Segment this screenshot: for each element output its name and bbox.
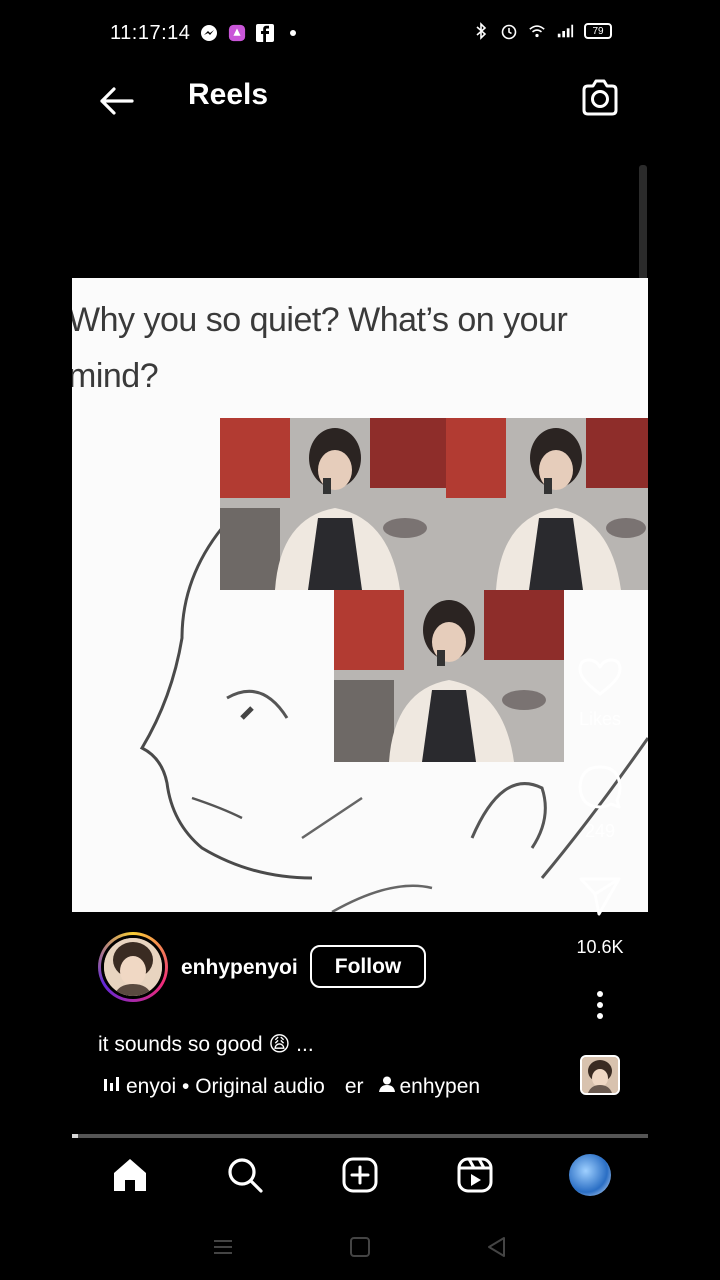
system-navigation-bar [0,1222,720,1272]
alarm-icon [500,22,518,40]
back-button-icon[interactable] [484,1234,510,1260]
like-action[interactable]: Likes [560,656,640,730]
meme-text-line-1: Why you so quiet? What’s on your [72,301,568,339]
video-progress-bar[interactable] [72,1134,648,1138]
audio-bars-icon [102,1075,122,1099]
app-icon [228,24,246,42]
more-options[interactable] [560,990,640,1025]
search-icon[interactable] [223,1153,267,1197]
status-bar: 11:17:14 79 [0,0,720,70]
video-progress-fill [72,1134,78,1138]
reels-icon[interactable] [453,1153,497,1197]
messenger-icon [200,24,218,42]
system-status-icons: 79 [472,22,612,40]
audio-title-scroll: er [344,1075,364,1098]
create-icon[interactable] [338,1153,382,1197]
facebook-icon [256,24,274,42]
page-title: Reels [188,78,269,111]
singer-photo [220,418,446,590]
comment-action[interactable]: 249 [560,764,640,842]
home-button-icon[interactable] [347,1234,373,1260]
wifi-icon [528,22,546,40]
username[interactable]: enhypenyoi [181,956,298,980]
profile-avatar[interactable] [568,1153,612,1197]
comment-icon[interactable] [560,764,640,815]
status-time: 11:17:14 [110,22,191,44]
likes-label: Likes [578,709,622,729]
singer-photo [446,418,648,590]
more-vertical-icon[interactable] [560,990,640,1025]
comments-count: 249 [584,821,616,841]
back-arrow-icon[interactable] [96,80,138,122]
avatar-image [101,935,165,999]
follow-button[interactable]: Follow [310,945,426,988]
share-action[interactable]: 10.6K [560,874,640,958]
shares-count: 10.6K [576,937,624,957]
battery-indicator: 79 [584,23,612,39]
dot-icon [284,24,302,42]
audio-info[interactable]: enyoi • Original audio er enhypen [102,1075,480,1099]
tagged-user[interactable]: enhypen [400,1075,481,1099]
notification-icons [200,24,302,42]
meme-text: Why you so quiet? What’s on your mind? [72,292,648,404]
recent-apps-icon[interactable] [210,1234,236,1260]
send-icon[interactable] [560,874,640,923]
signal-icon [556,22,574,40]
scrollbar-thumb[interactable] [639,165,647,280]
user-avatar[interactable] [98,932,168,1002]
bottom-navigation [72,1140,648,1210]
meme-text-line-2: mind? [72,357,159,395]
person-icon [378,1075,396,1099]
bluetooth-icon [472,22,490,40]
home-icon[interactable] [108,1153,152,1197]
singer-photo [334,590,564,762]
post-caption[interactable]: it sounds so good 😩 ... [98,1032,314,1057]
audio-title[interactable]: enyoi • Original audio [126,1075,325,1099]
camera-icon[interactable] [578,76,622,120]
reels-header: Reels [0,70,720,130]
heart-icon[interactable] [560,656,640,703]
profile-avatar-image [569,1154,612,1196]
audio-thumbnail[interactable] [580,1055,620,1095]
